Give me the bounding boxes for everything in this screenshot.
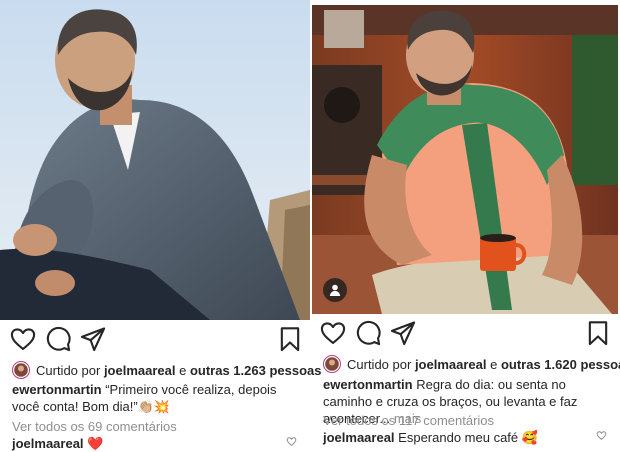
user-tag-icon — [329, 284, 341, 296]
paper-plane-icon — [390, 321, 416, 346]
like-button[interactable] — [319, 319, 347, 347]
post-1: Curtido por joelmaareal e outras 1.263 p… — [0, 0, 322, 451]
caption-username[interactable]: ewertonmartin — [323, 377, 413, 392]
post-2-actions — [310, 319, 620, 349]
view-all-comments-link[interactable]: Ver todos os 69 comentários — [12, 419, 177, 434]
liked-user[interactable]: joelmaareal — [415, 357, 487, 372]
save-button[interactable] — [584, 319, 612, 347]
liked-mid: e — [179, 362, 187, 378]
post-1-actions — [0, 325, 310, 355]
comment-text: Esperando meu café 🥰 — [398, 430, 538, 445]
bookmark-icon — [588, 321, 608, 346]
comment-like-icon[interactable] — [596, 430, 607, 441]
paper-plane-icon — [80, 327, 106, 352]
speech-bubble-icon — [356, 320, 381, 346]
like-button[interactable] — [9, 325, 37, 353]
bookmark-icon — [280, 327, 300, 352]
post-2-photo-image — [312, 5, 618, 314]
share-button[interactable] — [389, 319, 417, 347]
liker-avatar[interactable] — [12, 361, 30, 379]
liked-by-row[interactable]: Curtido por joelmaareal e outras 1.620 p… — [323, 354, 620, 374]
share-button[interactable] — [79, 325, 107, 353]
heart-outline-icon — [10, 328, 36, 350]
comment-username[interactable]: joelmaareal — [323, 430, 395, 445]
speech-bubble-icon — [46, 326, 71, 352]
liked-by-row[interactable]: Curtido por joelmaareal e outras 1.263 p… — [12, 360, 322, 380]
post-2-photo[interactable] — [312, 5, 618, 314]
caption-username[interactable]: ewertonmartin — [12, 382, 102, 397]
liker-avatar[interactable] — [323, 355, 341, 373]
liked-prefix: Curtido por — [36, 362, 101, 378]
liked-mid: e — [490, 356, 498, 372]
liked-user[interactable]: joelmaareal — [104, 363, 176, 378]
post-caption: ewertonmartin “Primeiro você realiza, de… — [12, 381, 297, 415]
liked-others[interactable]: outras 1.620 pessoas — [501, 357, 620, 372]
comment-like-icon[interactable] — [286, 436, 297, 447]
save-button[interactable] — [276, 325, 304, 353]
post-1-photo[interactable] — [0, 0, 310, 320]
view-all-comments-link[interactable]: Ver todos os 117 comentários — [323, 413, 494, 428]
heart-outline-icon — [320, 322, 346, 344]
liked-others[interactable]: outras 1.263 pessoas — [190, 363, 322, 378]
tagged-people-button[interactable] — [323, 278, 347, 302]
comment-row: joelmaareal Esperando meu café 🥰 — [323, 430, 538, 446]
liked-prefix: Curtido por — [347, 356, 412, 372]
post-1-photo-image — [0, 0, 310, 320]
comment-username[interactable]: joelmaareal — [12, 436, 84, 451]
comment-button[interactable] — [354, 319, 382, 347]
comment-button[interactable] — [44, 325, 72, 353]
comment-text: ❤️ — [87, 436, 104, 451]
